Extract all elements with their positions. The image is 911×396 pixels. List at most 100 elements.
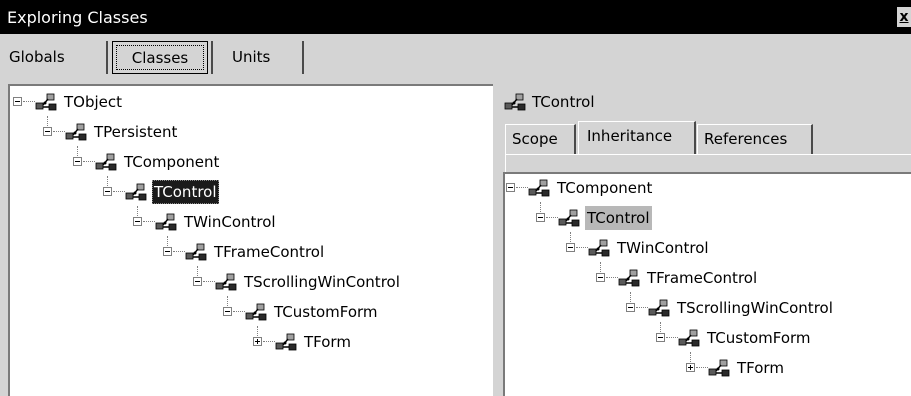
collapse-icon[interactable]: [536, 213, 545, 222]
tree-node[interactable]: TComponent: [10, 150, 310, 174]
tree-connector: [696, 367, 708, 368]
tree-node-label: TScrollingWinControl: [244, 273, 400, 291]
tree-node[interactable]: TForm: [10, 330, 410, 354]
tree-node-selected[interactable]: TControl: [10, 180, 310, 204]
class-node-icon: [185, 242, 209, 262]
tree-node[interactable]: TForm: [505, 356, 855, 380]
tree-node-label: TWinControl: [617, 239, 709, 257]
tab-scope-label: Scope: [512, 130, 558, 148]
tree-node[interactable]: TObject: [10, 90, 310, 114]
tree-node[interactable]: TCustomForm: [505, 326, 905, 350]
tree-node-label: TControl: [152, 180, 219, 204]
tab-separator: [106, 41, 108, 74]
tree-connector: [203, 281, 215, 282]
tree-node-label: TObject: [64, 93, 123, 111]
tree-connector: [233, 311, 245, 312]
collapse-icon[interactable]: [43, 127, 52, 136]
collapse-icon[interactable]: [596, 273, 605, 282]
class-node-icon: [648, 298, 672, 318]
tree-node[interactable]: TFrameControl: [505, 266, 855, 290]
inheritance-tree-panel[interactable]: TComponent TControl TWinControl TFrameCo…: [503, 172, 911, 396]
tree-connector: [666, 337, 678, 338]
tree-node-label: TScrollingWinControl: [677, 299, 833, 317]
collapse-icon[interactable]: [506, 183, 515, 192]
tab-classes-label: Classes: [131, 49, 189, 67]
title-bar: Exploring Classes x: [0, 0, 911, 34]
class-node-icon: [678, 328, 702, 348]
class-node-icon: [528, 178, 552, 198]
tree-node-label: TFrameControl: [647, 269, 758, 287]
tree-connector: [113, 191, 125, 192]
tree-node-label: TPersistent: [94, 123, 178, 141]
tree-node[interactable]: TCustomForm: [10, 300, 460, 324]
tree-connector: [263, 341, 275, 342]
expand-icon[interactable]: [253, 337, 262, 346]
tab-inheritance[interactable]: Inheritance: [578, 121, 696, 155]
selected-class-title: TControl: [532, 93, 595, 111]
tree-connector: [606, 277, 618, 278]
tree-connector: [173, 251, 185, 252]
tree-connector: [23, 101, 35, 102]
expand-icon[interactable]: [686, 363, 695, 372]
collapse-icon[interactable]: [223, 307, 232, 316]
tree-node[interactable]: TComponent: [505, 176, 805, 200]
collapse-icon[interactable]: [103, 187, 112, 196]
tree-node-label: TCustomForm: [707, 329, 811, 347]
tab-references-label: References: [704, 130, 788, 148]
collapse-icon[interactable]: [193, 277, 202, 286]
collapse-icon[interactable]: [626, 303, 635, 312]
class-node-icon: [125, 182, 149, 202]
tree-node-label: TForm: [304, 333, 351, 351]
class-node-icon: [558, 208, 582, 228]
collapse-icon[interactable]: [566, 243, 575, 252]
tree-connector: [516, 187, 528, 188]
tab-units[interactable]: Units: [230, 40, 300, 74]
tree-node[interactable]: TPersistent: [10, 120, 310, 144]
tree-node-label: TComponent: [124, 153, 220, 171]
tab-units-label: Units: [232, 48, 271, 66]
class-node-icon: [215, 272, 239, 292]
collapse-icon[interactable]: [163, 247, 172, 256]
close-button[interactable]: x: [897, 7, 911, 27]
class-node-icon: [504, 92, 528, 112]
tree-connector: [546, 217, 558, 218]
tab-classes-focus: Classes: [116, 45, 204, 70]
tree-node[interactable]: TWinControl: [505, 236, 805, 260]
tree-node-label: TForm: [737, 359, 784, 377]
tree-node-label: TControl: [585, 206, 652, 230]
tree-connector: [143, 221, 155, 222]
tree-node[interactable]: TFrameControl: [10, 240, 410, 264]
tab-classes[interactable]: Classes: [112, 41, 208, 74]
tree-node-label: TWinControl: [184, 213, 276, 231]
class-node-icon: [708, 358, 732, 378]
class-node-icon: [155, 212, 179, 232]
tab-globals[interactable]: Globals: [7, 40, 105, 74]
collapse-icon[interactable]: [13, 97, 22, 106]
tree-node[interactable]: TScrollingWinControl: [505, 296, 905, 320]
tab-references[interactable]: References: [697, 124, 813, 154]
tree-connector: [83, 161, 95, 162]
class-node-icon: [618, 268, 642, 288]
class-tree-panel[interactable]: TObject TPersistent TComponent TControl …: [8, 84, 493, 396]
class-node-icon: [275, 332, 299, 352]
tree-node[interactable]: TWinControl: [10, 210, 310, 234]
tree-node-label: TComponent: [557, 179, 653, 197]
tab-globals-label: Globals: [9, 48, 65, 66]
tree-node-label: TFrameControl: [214, 243, 325, 261]
tree-node-label: TCustomForm: [274, 303, 378, 321]
tab-scope[interactable]: Scope: [505, 124, 576, 154]
tree-connector: [53, 131, 65, 132]
tab-baseline: [505, 154, 911, 155]
class-node-icon: [35, 92, 59, 112]
tab-separator: [302, 41, 304, 74]
collapse-icon[interactable]: [133, 217, 142, 226]
collapse-icon[interactable]: [73, 157, 82, 166]
class-node-icon: [95, 152, 119, 172]
tree-node[interactable]: TScrollingWinControl: [10, 270, 480, 294]
tree-node-selected[interactable]: TControl: [505, 206, 805, 230]
tab-separator: [211, 41, 213, 74]
class-node-icon: [65, 122, 89, 142]
tree-connector: [576, 247, 588, 248]
tab-inheritance-label: Inheritance: [587, 127, 673, 145]
collapse-icon[interactable]: [656, 333, 665, 342]
